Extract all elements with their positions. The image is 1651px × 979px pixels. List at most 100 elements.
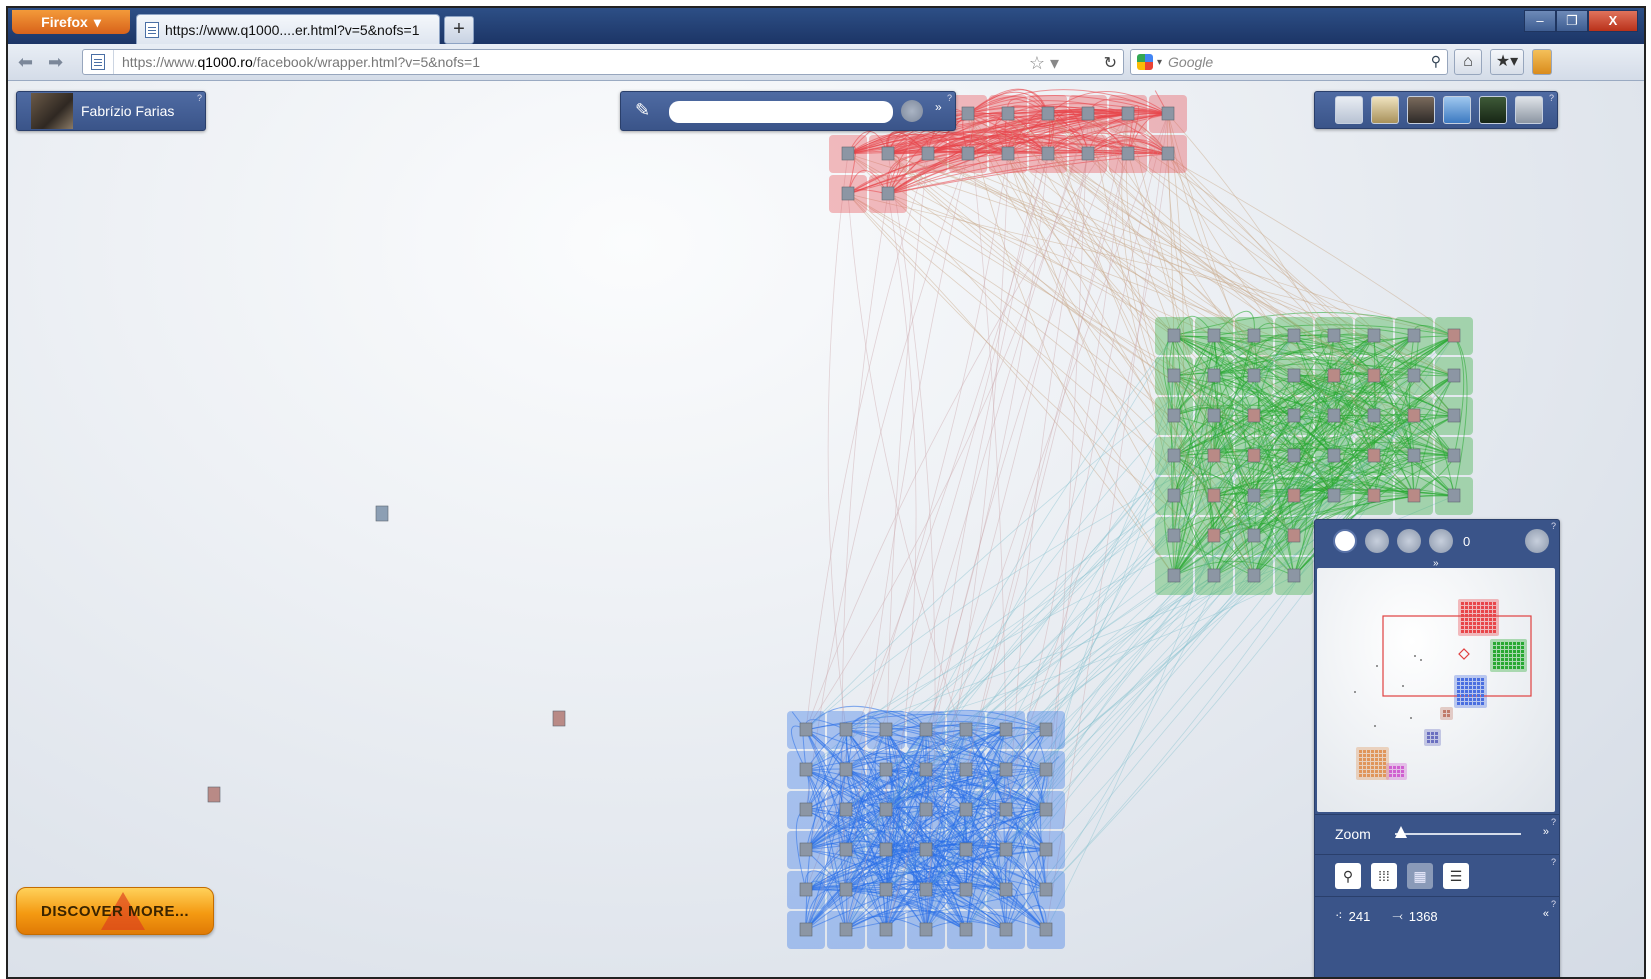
help-icon[interactable]: ? bbox=[1551, 817, 1556, 827]
minimap-red-cluster bbox=[1489, 626, 1492, 629]
layout-people-icon[interactable] bbox=[1371, 96, 1399, 124]
minimap-red-cluster bbox=[1485, 602, 1488, 605]
zoom-out-icon[interactable] bbox=[1397, 529, 1421, 553]
node-avatar bbox=[1247, 528, 1261, 543]
minimap-small-cluster bbox=[1431, 732, 1434, 735]
pen-icon[interactable]: ✎ bbox=[635, 100, 650, 121]
minimap-blue-cluster bbox=[1473, 694, 1476, 697]
minimap-red-cluster bbox=[1493, 626, 1496, 629]
back-icon[interactable]: ⬅ bbox=[18, 52, 33, 73]
layout-icon[interactable]: ▦ bbox=[1407, 863, 1433, 889]
help-icon[interactable]: ? bbox=[947, 93, 952, 103]
select-icon[interactable] bbox=[1333, 529, 1357, 553]
home-icon[interactable]: ⌂ bbox=[1454, 49, 1482, 75]
help-icon[interactable]: ? bbox=[1551, 857, 1556, 867]
minimap-green-cluster bbox=[1493, 658, 1496, 661]
reload-icon[interactable]: ↻ bbox=[1104, 53, 1117, 73]
help-icon[interactable]: ? bbox=[1551, 521, 1556, 531]
node-avatar bbox=[1247, 328, 1261, 343]
minimap-green-cluster bbox=[1513, 654, 1516, 657]
minimap-red-cluster bbox=[1493, 630, 1496, 633]
list-icon[interactable]: ☰ bbox=[1443, 863, 1469, 889]
user-name: Fabrízio Farias bbox=[81, 103, 175, 119]
node-avatar bbox=[1081, 106, 1095, 121]
minimap-blue-cluster bbox=[1477, 694, 1480, 697]
close-icon[interactable] bbox=[1525, 529, 1549, 553]
layout-photo-icon[interactable] bbox=[1407, 96, 1435, 124]
user-panel[interactable]: Fabrízio Farias ? bbox=[16, 91, 206, 131]
minimap-blue-cluster bbox=[1465, 690, 1468, 693]
layout-screen-icon[interactable] bbox=[1443, 96, 1471, 124]
firefox-menu-button[interactable]: Firefox ▾ bbox=[12, 10, 130, 34]
graph-edge bbox=[847, 193, 1255, 577]
minimap-red-cluster bbox=[1489, 618, 1492, 621]
minimap-pink-cluster bbox=[1401, 774, 1404, 777]
discover-more-button[interactable]: DISCOVER MORE... bbox=[16, 887, 214, 935]
minimap-blue-cluster bbox=[1465, 702, 1468, 705]
minimap-blue-cluster bbox=[1477, 686, 1480, 689]
maximize-button[interactable]: ❐ bbox=[1556, 10, 1588, 32]
node-avatar bbox=[799, 802, 813, 817]
minimap-blue-cluster bbox=[1481, 698, 1484, 701]
chevron-up-icon[interactable]: « bbox=[1543, 908, 1549, 920]
graph-canvas[interactable]: Fabrízio Farias ? ✎ » ? ? 0 ? » Zoom » ?… bbox=[8, 81, 1644, 977]
forward-icon[interactable]: ➡ bbox=[48, 52, 63, 73]
minimap-green-cluster bbox=[1517, 642, 1520, 645]
minimap-orange-cluster bbox=[1379, 766, 1382, 769]
layout-blank-icon[interactable] bbox=[1335, 96, 1363, 124]
minimap-pink-cluster bbox=[1389, 770, 1392, 773]
minimap-orange-cluster bbox=[1379, 774, 1382, 777]
minimap-small-cluster-halo bbox=[1440, 707, 1453, 720]
node-avatar bbox=[1367, 368, 1381, 383]
zoom-slider[interactable] bbox=[1395, 826, 1521, 838]
zoom-in-icon[interactable] bbox=[1365, 529, 1389, 553]
engine-dropdown-icon[interactable]: ▾ bbox=[1157, 57, 1162, 68]
layout-group-icon[interactable] bbox=[1515, 96, 1543, 124]
minimize-button[interactable]: – bbox=[1524, 10, 1556, 32]
minimap-red-cluster bbox=[1469, 610, 1472, 613]
layout-dark-icon[interactable] bbox=[1479, 96, 1507, 124]
bookmarks-icon[interactable]: ★▾ bbox=[1490, 49, 1524, 75]
node-avatar bbox=[799, 762, 813, 777]
bookmark-star-icon[interactable]: ☆ ▾ bbox=[1029, 53, 1059, 74]
site-identity-icon[interactable] bbox=[83, 50, 114, 74]
minimap-red-cluster bbox=[1461, 602, 1464, 605]
help-icon[interactable]: ? bbox=[197, 93, 202, 103]
node-avatar bbox=[1207, 528, 1221, 543]
bookmark-menu-icon[interactable] bbox=[1532, 49, 1552, 75]
url-bar[interactable]: https://www. q1000.ro/facebook/wrapper.ht… bbox=[82, 49, 1124, 75]
expand-icon[interactable]: » bbox=[935, 100, 942, 114]
zoom-fit-icon[interactable] bbox=[1429, 529, 1453, 553]
minimap-dot bbox=[1410, 717, 1412, 719]
new-tab-button[interactable]: + bbox=[444, 16, 474, 44]
search-bar[interactable]: ▾ Google ⚲ bbox=[1130, 49, 1448, 75]
node-avatar bbox=[1407, 448, 1421, 463]
search-node-icon[interactable]: ⚲ bbox=[1335, 863, 1361, 889]
grid-icon[interactable]: ⁞⁞⁞ bbox=[1371, 863, 1397, 889]
help-icon[interactable]: ? bbox=[1549, 93, 1554, 103]
node-avatar bbox=[879, 922, 893, 937]
minimap-green-cluster bbox=[1509, 642, 1512, 645]
minimap-green-cluster bbox=[1497, 662, 1500, 665]
title-bar: Firefox ▾ https://www.q1000....er.html?v… bbox=[8, 8, 1644, 44]
search-icon[interactable]: ⚲ bbox=[1431, 53, 1441, 70]
minimap-orange-cluster bbox=[1379, 758, 1382, 761]
edges-icon: ⤙ bbox=[1392, 908, 1403, 923]
minimap-orange-cluster bbox=[1363, 766, 1366, 769]
minimap-blue-cluster bbox=[1477, 678, 1480, 681]
graph-search-input[interactable] bbox=[669, 101, 893, 123]
edge-count: 1368 bbox=[1408, 908, 1438, 924]
minimap[interactable] bbox=[1317, 568, 1555, 812]
minimap-red-cluster bbox=[1473, 606, 1476, 609]
minimap-green-cluster bbox=[1521, 646, 1524, 649]
chevron-down-icon[interactable]: » bbox=[1543, 826, 1549, 838]
minimap-blue-cluster bbox=[1461, 682, 1464, 685]
minimap-red-cluster bbox=[1493, 606, 1496, 609]
clear-icon[interactable] bbox=[901, 100, 923, 122]
minimap-green-cluster bbox=[1509, 658, 1512, 661]
browser-tab[interactable]: https://www.q1000....er.html?v=5&nofs=1 bbox=[136, 14, 440, 44]
close-button[interactable]: X bbox=[1588, 10, 1638, 32]
help-icon[interactable]: ? bbox=[1551, 899, 1556, 909]
zoom-slider-thumb[interactable] bbox=[1395, 826, 1407, 838]
minimap-red-cluster bbox=[1461, 610, 1464, 613]
